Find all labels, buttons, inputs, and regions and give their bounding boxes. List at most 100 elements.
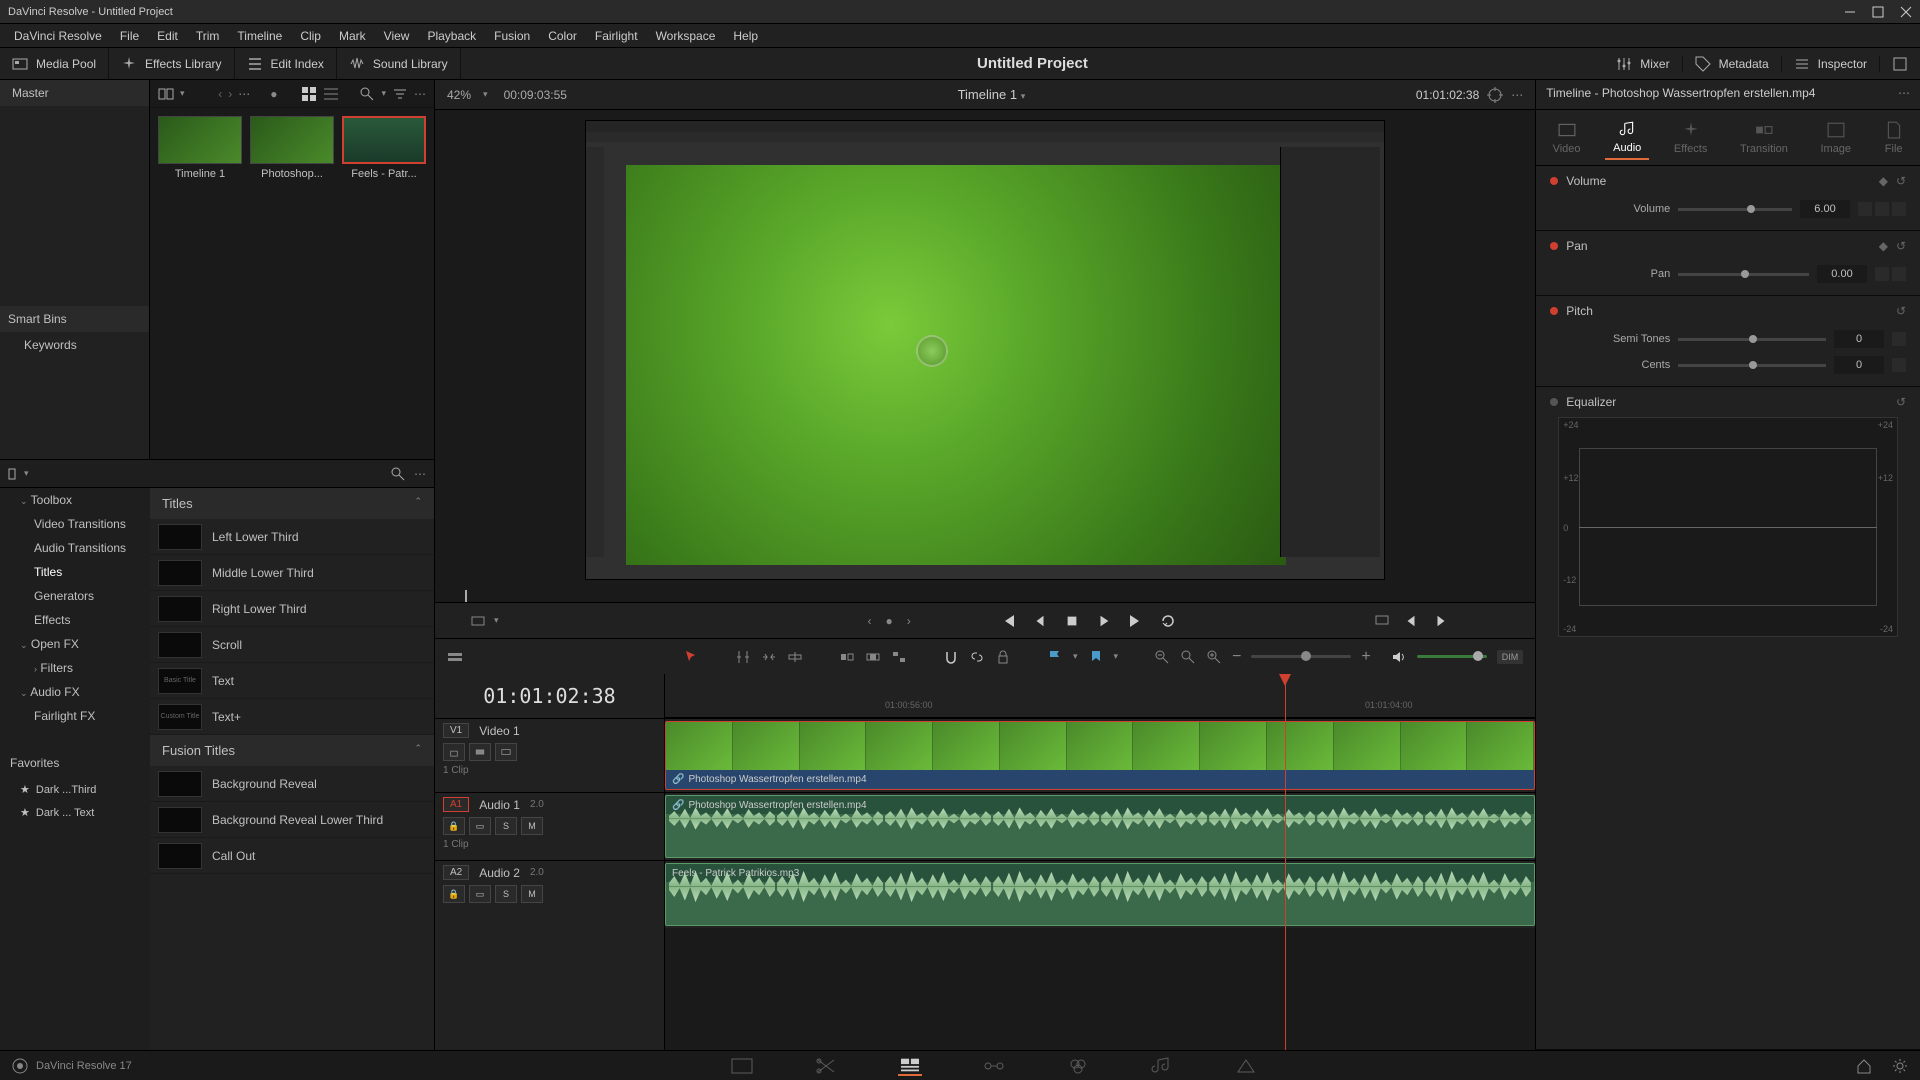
viewer-zoom[interactable]: 42% (447, 88, 471, 102)
link-icon[interactable] (969, 649, 985, 665)
keyframe-icon[interactable]: ● (886, 614, 893, 628)
timeline-ruler[interactable]: 01:00:56:00 01:01:04:00 01:01:12 (665, 674, 1535, 718)
semitones-slider[interactable] (1678, 338, 1826, 341)
metadata-toggle[interactable]: Metadata (1683, 56, 1782, 72)
timeline-options-icon[interactable] (447, 649, 463, 665)
chevron-down-icon[interactable]: ▾ (1114, 651, 1119, 662)
maximize-icon[interactable] (1872, 6, 1884, 18)
volume-slider[interactable] (1678, 208, 1792, 211)
minimize-icon[interactable] (1844, 6, 1856, 18)
menu-clip[interactable]: Clip (292, 26, 329, 46)
lock-track-icon[interactable]: 🔒 (443, 817, 465, 835)
zoom-detail-icon[interactable] (1180, 649, 1196, 665)
menu-view[interactable]: View (376, 26, 418, 46)
more-icon[interactable]: ⋯ (1511, 88, 1523, 102)
title-item[interactable]: Custom TitleText+ (150, 699, 434, 735)
edit-page-icon[interactable] (898, 1056, 922, 1076)
mute-button[interactable]: M (521, 885, 543, 903)
clip-thumbnail[interactable]: Feels - Patr... (342, 116, 426, 180)
tab-audio[interactable]: Audio (1605, 116, 1649, 160)
auto-select-icon[interactable]: ▭ (469, 885, 491, 903)
add-key-icon[interactable] (1875, 202, 1889, 216)
auto-select-icon[interactable] (469, 743, 491, 761)
video-clip[interactable]: 🔗Photoshop Wassertropfen erstellen.mp4 (665, 721, 1535, 790)
trim-tool-icon[interactable] (735, 649, 751, 665)
layout-icon[interactable] (158, 86, 174, 102)
menu-timeline[interactable]: Timeline (229, 26, 290, 46)
favorite-item[interactable]: ★Dark ... Text (0, 801, 150, 824)
tab-transition[interactable]: Transition (1732, 117, 1796, 159)
timeline-timecode[interactable]: 01:01:02:38 (435, 674, 664, 718)
tree-effects[interactable]: Effects (0, 608, 150, 632)
record-icon[interactable]: ● (270, 87, 277, 101)
keyframe-icon[interactable]: ◆ (1879, 239, 1888, 253)
expand-button[interactable] (1880, 56, 1920, 72)
disable-track-icon[interactable] (495, 743, 517, 761)
mute-button[interactable]: M (521, 817, 543, 835)
chevron-down-icon[interactable]: ▾ (494, 615, 499, 626)
blade-tool-icon[interactable] (787, 649, 803, 665)
menu-playback[interactable]: Playback (419, 26, 484, 46)
search-icon[interactable] (359, 86, 375, 102)
enable-dot[interactable] (1550, 242, 1558, 250)
nav-next-icon[interactable]: › (228, 87, 232, 101)
panel-layout-icon[interactable] (8, 466, 24, 482)
reset-icon[interactable] (1892, 202, 1906, 216)
more-icon[interactable]: ⋯ (414, 467, 426, 481)
match-frame-icon[interactable] (1374, 612, 1390, 628)
chevron-down-icon[interactable]: ▾ (1073, 651, 1078, 662)
reset-icon[interactable] (1892, 267, 1906, 281)
close-icon[interactable] (1900, 6, 1912, 18)
favorite-item[interactable]: ★Dark ...Third (0, 778, 150, 801)
menu-color[interactable]: Color (540, 26, 585, 46)
clip-thumbnail[interactable]: Timeline 1 (158, 116, 242, 180)
zoom-fit-icon[interactable] (1154, 649, 1170, 665)
pan-slider[interactable] (1678, 273, 1809, 276)
tree-fairlight[interactable]: Fairlight FX (0, 704, 150, 728)
play-button[interactable] (1095, 612, 1113, 630)
prev-key-icon[interactable] (1858, 202, 1872, 216)
audio-track-1[interactable]: 🔗Photoshop Wassertropfen erstellen.mp4 (665, 792, 1535, 860)
solo-button[interactable]: S (495, 817, 517, 835)
bin-keywords[interactable]: Keywords (0, 332, 149, 358)
viewer-scrubber[interactable] (435, 590, 1535, 602)
viewer-title[interactable]: Timeline 1 ▾ (567, 87, 1416, 102)
audio-clip[interactable]: 🔗Photoshop Wassertropfen erstellen.mp4 (665, 795, 1535, 858)
mark-in-button[interactable] (1432, 612, 1450, 630)
sort-icon[interactable] (392, 86, 408, 102)
tree-audiofx[interactable]: ⌄ Audio FX (0, 680, 150, 704)
equalizer-graph[interactable]: +24 +24 +12 +12 0 -12 -24 -24 (1558, 417, 1898, 637)
tab-image[interactable]: Image (1812, 117, 1859, 159)
prev-frame-button[interactable] (1031, 612, 1049, 630)
title-item[interactable]: Call Out (150, 838, 434, 874)
mark-out-button[interactable] (1402, 612, 1420, 630)
reset-icon[interactable]: ↺ (1896, 174, 1906, 188)
track-badge[interactable]: V1 (443, 723, 469, 738)
tree-filters[interactable]: › Filters (0, 656, 150, 680)
home-icon[interactable] (1856, 1058, 1872, 1074)
effects-library-toggle[interactable]: Effects Library (109, 48, 234, 79)
bin-master[interactable]: Master (0, 80, 149, 106)
lock-track-icon[interactable]: 🔒 (443, 885, 465, 903)
menu-fusion[interactable]: Fusion (486, 26, 538, 46)
menu-edit[interactable]: Edit (149, 26, 186, 46)
smart-bins-header[interactable]: Smart Bins (0, 306, 149, 332)
tree-titles[interactable]: Titles (0, 560, 150, 584)
semitones-value[interactable]: 0 (1834, 330, 1884, 348)
menu-workspace[interactable]: Workspace (648, 26, 724, 46)
enable-dot[interactable] (1550, 307, 1558, 315)
audio-track-2[interactable]: Feels - Patrick Patrikios.mp3 (665, 860, 1535, 928)
snap-icon[interactable] (943, 649, 959, 665)
replace-clip-icon[interactable] (891, 649, 907, 665)
search-icon[interactable] (390, 466, 406, 482)
viewer-canvas[interactable] (435, 110, 1535, 590)
dynamic-trim-icon[interactable] (761, 649, 777, 665)
selection-tool-icon[interactable] (683, 649, 699, 665)
thumbnail-view-icon[interactable] (301, 86, 317, 102)
tab-video[interactable]: Video (1545, 117, 1589, 159)
title-item[interactable]: Background Reveal Lower Third (150, 802, 434, 838)
more-icon[interactable]: ⋯ (414, 87, 426, 101)
speaker-icon[interactable] (1391, 649, 1407, 665)
lock-track-icon[interactable] (443, 743, 465, 761)
options-icon[interactable]: ⋯ (238, 87, 250, 101)
